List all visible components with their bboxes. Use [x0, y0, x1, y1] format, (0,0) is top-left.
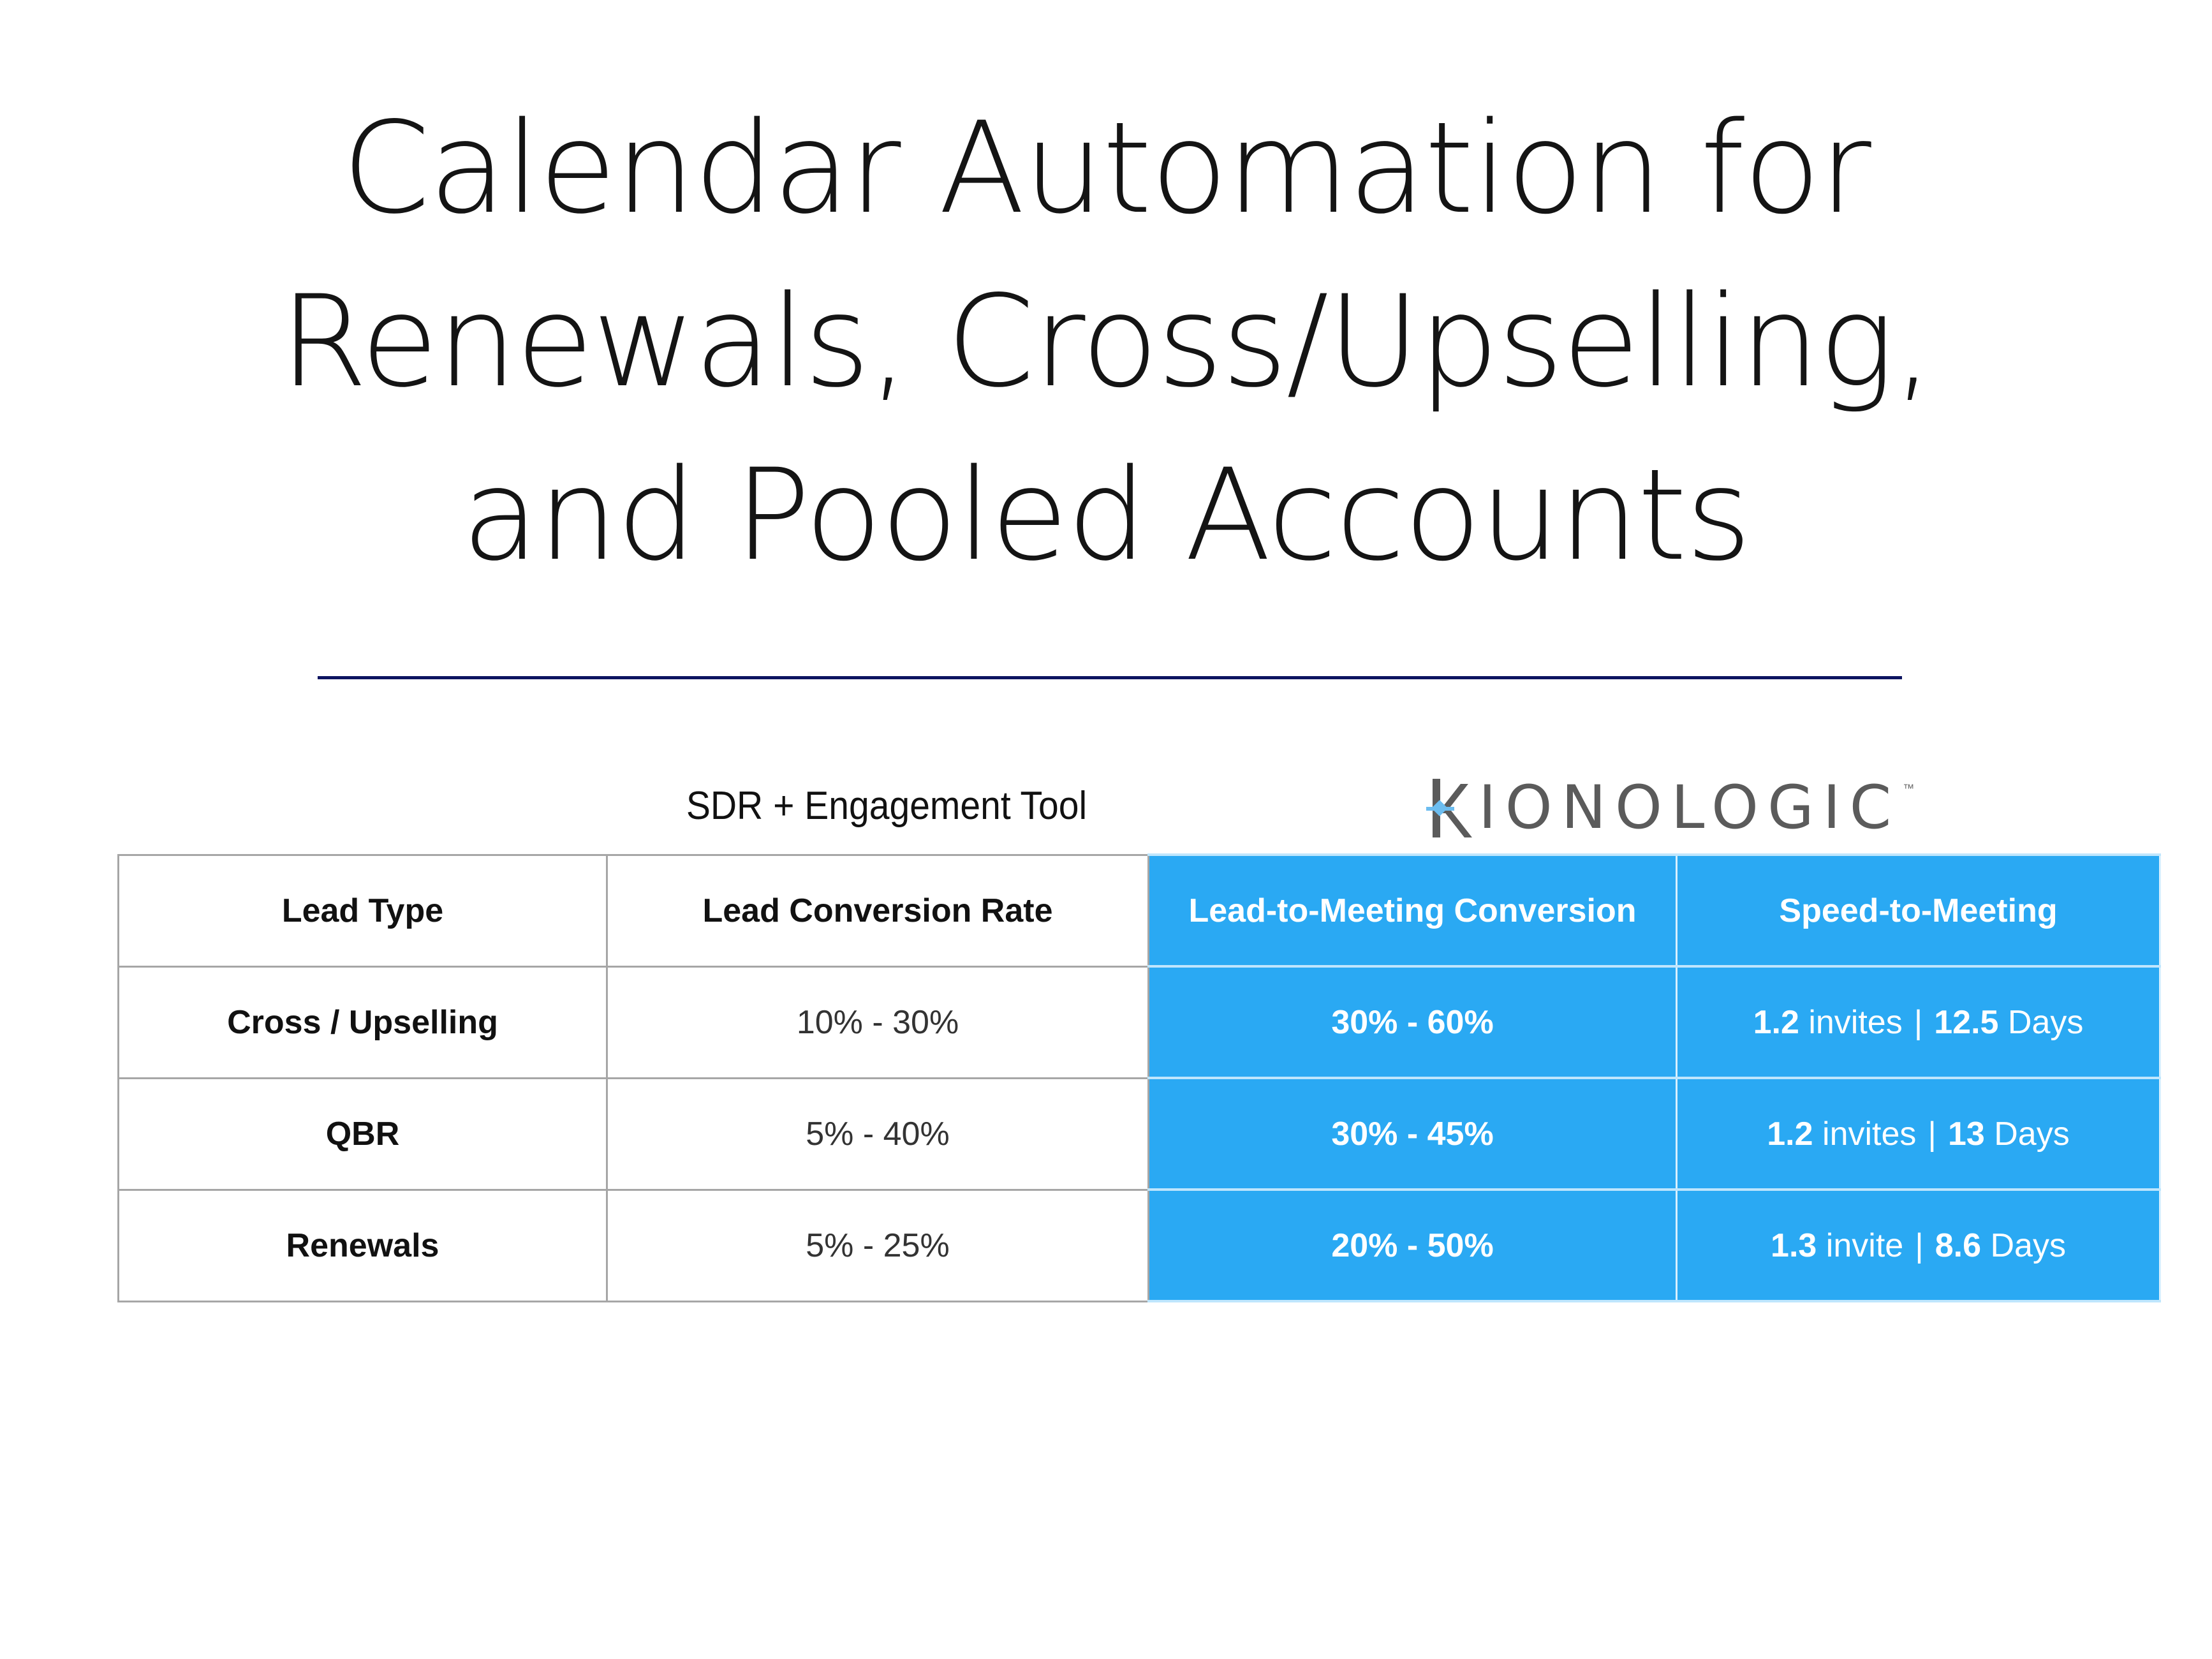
title-line-1: Calendar Automation for: [342, 94, 1871, 242]
title-divider: [318, 676, 1902, 679]
separator: |: [1913, 1003, 1923, 1041]
days-unit: Days: [1990, 1227, 2066, 1264]
kronologic-k-logo-icon: [1426, 779, 1473, 837]
header-lead-type: Lead Type: [117, 853, 608, 968]
cell-speed-to-meeting: 1.2 invites | 12.5 Days: [1676, 965, 2161, 1079]
cell-lead-to-meeting: 30% - 45%: [1147, 1077, 1677, 1191]
days-unit: Days: [1994, 1115, 2070, 1153]
cell-speed-to-meeting: 1.3 invite | 8.6 Days: [1676, 1188, 2161, 1302]
kronologic-logo: IONOLOGIC ™: [1426, 773, 1915, 843]
invites-count: 1.2: [1753, 1003, 1799, 1041]
days-unit: Days: [2007, 1003, 2084, 1041]
slide-title: Calendar Automation for Renewals, Cross/…: [0, 82, 2212, 602]
days-count: 12.5: [1934, 1003, 1999, 1041]
invites-unit: invite: [1825, 1227, 1904, 1264]
comparison-table: Lead Type Lead Conversion Rate Lead-to-M…: [117, 853, 2161, 1302]
logo-wordmark: IONOLOGIC: [1478, 773, 1901, 843]
separator: |: [1928, 1115, 1936, 1153]
sdr-engagement-label: SDR + Engagement Tool: [686, 784, 1088, 828]
separator: |: [1915, 1227, 1924, 1264]
cell-lead-conversion-rate: 5% - 25%: [606, 1188, 1149, 1302]
table-header-row: Lead Type Lead Conversion Rate Lead-to-M…: [117, 853, 2161, 968]
table-row: Cross / Upselling 10% - 30% 30% - 60% 1.…: [117, 965, 2161, 1079]
cell-lead-to-meeting: 30% - 60%: [1147, 965, 1677, 1079]
cell-lead-to-meeting: 20% - 50%: [1147, 1188, 1677, 1302]
trademark-symbol: ™: [1903, 782, 1915, 795]
invites-unit: invites: [1822, 1115, 1917, 1153]
header-lead-to-meeting: Lead-to-Meeting Conversion: [1147, 853, 1677, 968]
cell-lead-type: QBR: [117, 1077, 608, 1191]
days-count: 8.6: [1935, 1227, 1982, 1264]
days-count: 13: [1947, 1115, 1985, 1153]
cell-lead-conversion-rate: 10% - 30%: [606, 965, 1149, 1079]
invites-count: 1.2: [1767, 1115, 1813, 1153]
cell-lead-type: Cross / Upselling: [117, 965, 608, 1079]
cell-speed-to-meeting: 1.2 invites | 13 Days: [1676, 1077, 2161, 1191]
title-line-3: and Pooled Accounts: [461, 441, 1751, 589]
table-row: Renewals 5% - 25% 20% - 50% 1.3 invite | 8…: [117, 1188, 2161, 1302]
title-line-2: Renewals, Cross/Upselling,: [279, 268, 1933, 415]
cell-lead-type: Renewals: [117, 1188, 608, 1302]
invites-count: 1.3: [1771, 1227, 1817, 1264]
cell-lead-conversion-rate: 5% - 40%: [606, 1077, 1149, 1191]
table-row: QBR 5% - 40% 30% - 45% 1.2 invites | 13 Da…: [117, 1077, 2161, 1191]
header-lead-conversion-rate: Lead Conversion Rate: [606, 853, 1149, 968]
header-speed-to-meeting: Speed-to-Meeting: [1676, 853, 2161, 968]
invites-unit: invites: [1808, 1003, 1903, 1041]
